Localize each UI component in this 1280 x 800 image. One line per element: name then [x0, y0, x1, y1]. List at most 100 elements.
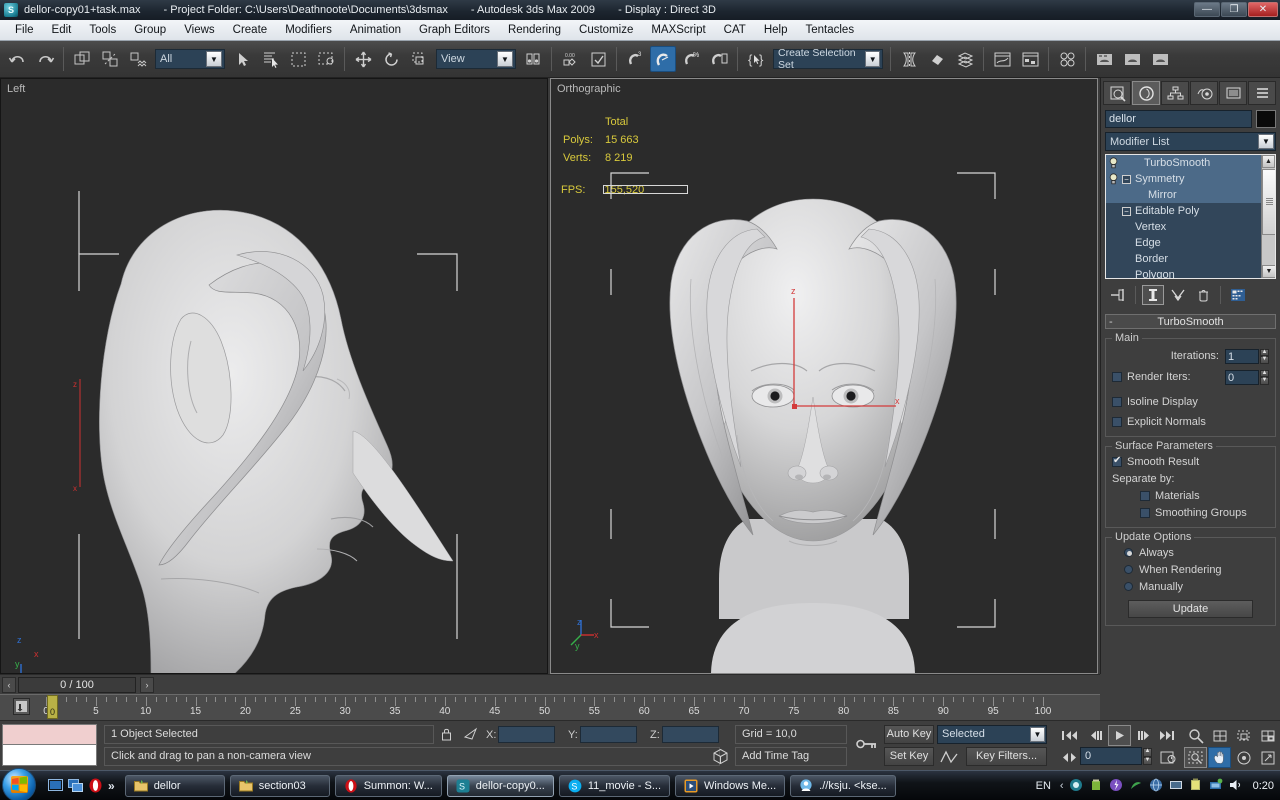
pan-view-button[interactable]: [1208, 747, 1231, 768]
taskbar-button[interactable]: section03: [230, 775, 330, 797]
menu-item-tools[interactable]: Tools: [80, 22, 125, 38]
battery-icon[interactable]: [1189, 778, 1204, 793]
taskbar-button[interactable]: dellor: [125, 775, 225, 797]
render-iters-input[interactable]: 0: [1225, 370, 1259, 385]
undo-button[interactable]: [4, 46, 30, 72]
schematic-view-button[interactable]: [1017, 46, 1043, 72]
angle-snap-toggle-button[interactable]: [650, 46, 676, 72]
viewport-orthographic[interactable]: Orthographic Total Polys: 15 663 Verts: …: [550, 78, 1098, 674]
listener-output-field[interactable]: [2, 724, 97, 745]
edit-named-selection-sets-button[interactable]: {}: [743, 46, 769, 72]
select-by-name-button[interactable]: [257, 46, 283, 72]
menu-item-edit[interactable]: Edit: [43, 22, 81, 38]
turbosmooth-rollout-header[interactable]: - TurboSmooth: [1105, 314, 1276, 329]
maxscript-mini-listener[interactable]: [2, 724, 97, 768]
arc-rotate-button[interactable]: [1232, 747, 1255, 768]
use-pivot-point-center-button[interactable]: [520, 46, 546, 72]
maximize-button[interactable]: ❐: [1221, 2, 1247, 17]
modifier-stack-item[interactable]: Edge: [1106, 235, 1261, 251]
windows-start-orb[interactable]: [2, 768, 36, 800]
modifier-stack-scrollbar[interactable]: ▲ ▼: [1261, 155, 1275, 278]
select-and-uniform-scale-button[interactable]: [406, 46, 432, 72]
smoothing-groups-checkbox[interactable]: [1140, 508, 1150, 518]
taskbar-button[interactable]: Sdellor-copy0...: [447, 775, 554, 797]
network2-icon[interactable]: [1209, 778, 1224, 793]
explicit-normals-row[interactable]: Explicit Normals: [1112, 414, 1269, 429]
zoom-all-button[interactable]: [1208, 725, 1231, 746]
display-icon[interactable]: [1169, 778, 1184, 793]
object-color-swatch[interactable]: [1256, 110, 1276, 128]
modifier-stack-item[interactable]: Mirror: [1106, 187, 1261, 203]
light-bulb-icon[interactable]: [1108, 157, 1119, 169]
render-iters-checkbox[interactable]: [1112, 372, 1122, 382]
current-frame-spinner[interactable]: ▲▼: [1143, 748, 1152, 765]
scroll-down-button[interactable]: ▼: [1262, 265, 1276, 278]
modifier-stack-item[interactable]: Vertex: [1106, 219, 1261, 235]
time-tag-icon[interactable]: [712, 748, 729, 765]
select-and-manipulate-button[interactable]: 0.00: [557, 46, 583, 72]
opera-icon[interactable]: [88, 778, 103, 793]
iterations-input[interactable]: 1: [1225, 349, 1259, 364]
chevron-down-icon[interactable]: ▼: [1030, 727, 1045, 742]
network-icon[interactable]: [1129, 778, 1144, 793]
frame-display[interactable]: 0 / 100: [18, 677, 136, 693]
update-icon[interactable]: [1089, 778, 1104, 793]
viewport-left[interactable]: Left: [0, 78, 548, 674]
go-to-end-button[interactable]: [1156, 725, 1179, 746]
absolute-relative-transform-icon[interactable]: [463, 727, 479, 742]
render-production-button[interactable]: [1147, 46, 1173, 72]
x-input[interactable]: [498, 726, 555, 743]
selection-lock-icon[interactable]: [440, 727, 453, 742]
language-indicator[interactable]: EN: [1036, 780, 1051, 792]
close-button[interactable]: ✕: [1248, 2, 1278, 17]
menu-item-group[interactable]: Group: [125, 22, 175, 38]
taskbar-clock[interactable]: 0:20: [1253, 780, 1274, 792]
modifier-stack-item[interactable]: −Editable Poly: [1106, 203, 1261, 219]
smooth-result-row[interactable]: Smooth Result: [1112, 454, 1269, 469]
auto-key-button[interactable]: Auto Key: [884, 725, 934, 744]
update-option-when-rendering[interactable]: When Rendering: [1112, 562, 1269, 577]
redo-button[interactable]: [32, 46, 58, 72]
create-tab[interactable]: [1103, 81, 1131, 105]
modifier-list-dropdown[interactable]: Modifier List ▼: [1105, 132, 1276, 151]
switch-windows-icon[interactable]: [68, 778, 83, 793]
maximize-viewport-toggle-button[interactable]: [1256, 747, 1279, 768]
menu-item-file[interactable]: File: [6, 22, 43, 38]
set-key-button[interactable]: Set Key: [884, 747, 934, 766]
go-to-start-button[interactable]: [1058, 725, 1081, 746]
menu-item-views[interactable]: Views: [175, 22, 223, 38]
modifier-stack-item[interactable]: Polygon: [1106, 267, 1261, 279]
bind-to-space-warp-button[interactable]: [125, 46, 151, 72]
update-option-manually[interactable]: Manually: [1112, 579, 1269, 594]
menu-item-rendering[interactable]: Rendering: [499, 22, 570, 38]
materials-checkbox[interactable]: [1140, 491, 1150, 501]
motion-tab[interactable]: [1190, 81, 1218, 105]
materials-row[interactable]: Materials: [1112, 488, 1269, 503]
pin-stack-button[interactable]: [1107, 285, 1129, 305]
zoom-extents-button[interactable]: [1232, 725, 1255, 746]
chevron-down-icon[interactable]: ▼: [206, 51, 222, 67]
key-filter-selected-combo[interactable]: Selected ▼: [937, 725, 1047, 744]
modifier-stack-item[interactable]: TurboSmooth: [1106, 155, 1261, 171]
modifier-stack-item[interactable]: Border: [1106, 251, 1261, 267]
named-selection-sets-combo[interactable]: Create Selection Set ▼: [773, 49, 883, 69]
make-unique-button[interactable]: [1167, 285, 1189, 305]
hierarchy-tab[interactable]: [1161, 81, 1189, 105]
unlink-selection-button[interactable]: [97, 46, 123, 72]
play-animation-button[interactable]: [1108, 725, 1131, 746]
minimize-button[interactable]: —: [1194, 2, 1220, 17]
menu-item-graph-editors[interactable]: Graph Editors: [410, 22, 499, 38]
taskbar-button[interactable]: S11_movie - S...: [559, 775, 670, 797]
next-frame-button[interactable]: [1132, 725, 1155, 746]
menu-item-create[interactable]: Create: [224, 22, 277, 38]
explicit-normals-checkbox[interactable]: [1112, 417, 1122, 427]
menu-item-help[interactable]: Help: [755, 22, 797, 38]
render-iters-spinner[interactable]: ▲▼: [1260, 370, 1269, 385]
scrollbar-thumb[interactable]: [1262, 169, 1276, 235]
current-frame-input[interactable]: 0: [1080, 747, 1142, 765]
taskbar-button[interactable]: .//ksju. <kse...: [790, 775, 896, 797]
selection-filter-combo[interactable]: All ▼: [155, 49, 225, 69]
window-crossing-toggle-button[interactable]: [313, 46, 339, 72]
listener-input-field[interactable]: [2, 745, 97, 766]
percent-snap-toggle-button[interactable]: %: [678, 46, 704, 72]
